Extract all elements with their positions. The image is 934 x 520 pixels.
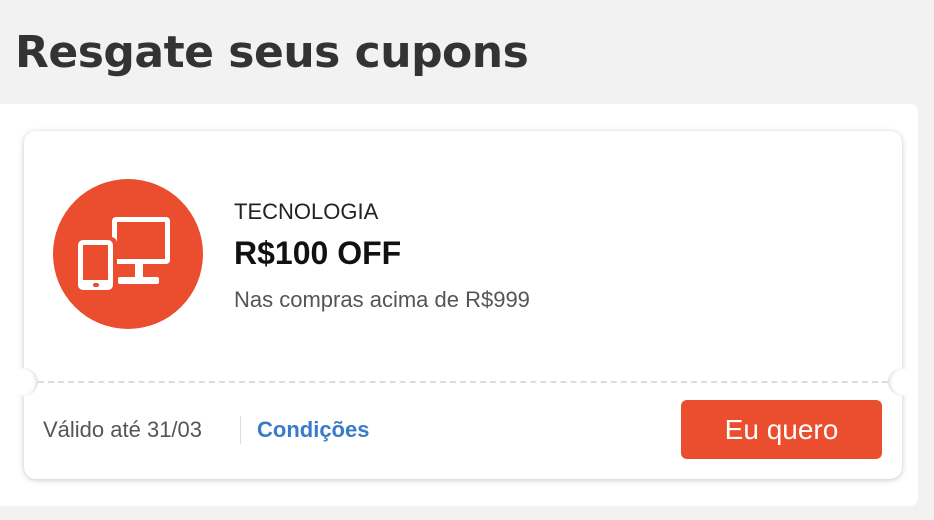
ticket-notch-left (10, 368, 38, 396)
coupons-page: Resgate seus cupons TECNOLOGIA R$100 OFF… (0, 0, 934, 520)
coupon-category: TECNOLOGIA (234, 199, 379, 224)
coupon-condition: Nas compras acima de R$999 (234, 287, 530, 312)
coupon-validity: Válido até 31/03 (43, 417, 203, 442)
coupon-value: R$100 OFF (234, 235, 402, 271)
coupon-card: TECNOLOGIA R$100 OFF Nas compras acima d… (10, 131, 916, 479)
conditions-link[interactable]: Condições (257, 417, 369, 443)
redeem-coupon-button[interactable]: Eu quero (681, 400, 882, 459)
ticket-notch-right (888, 368, 916, 396)
page-title: Resgate seus cupons (15, 27, 529, 78)
footer-divider (240, 416, 241, 444)
devices-icon (53, 179, 203, 329)
ticket-perforation (38, 381, 888, 383)
